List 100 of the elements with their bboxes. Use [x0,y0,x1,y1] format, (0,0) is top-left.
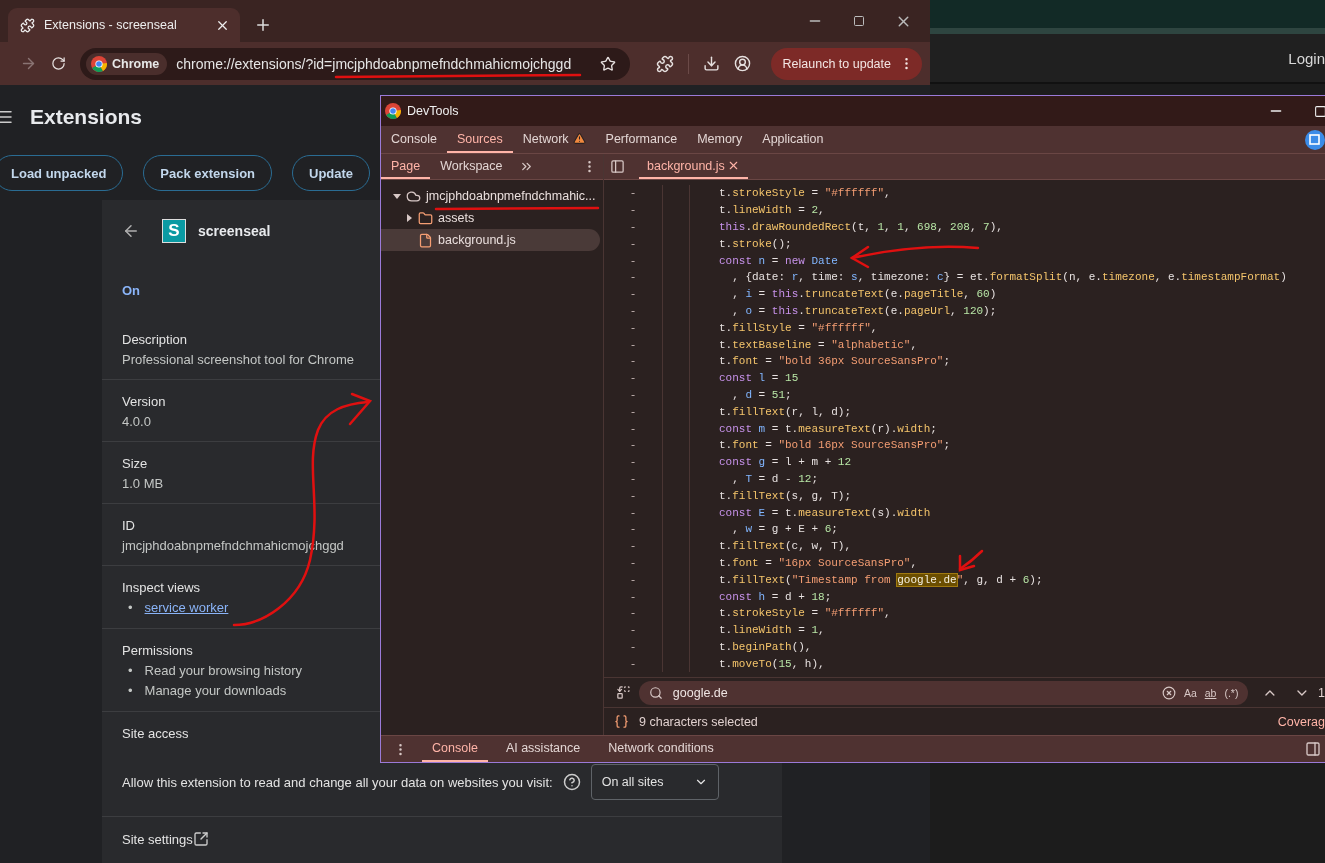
permission-item: Read your browsing history [144,663,303,679]
bullet-mark: • [128,683,133,699]
tree-item[interactable]: assets [381,207,600,229]
navigator-tab[interactable]: Page [381,154,431,179]
code-line: t.font = "bold 16px SourceSansPro"; [718,439,951,452]
code-line: , w = g + E + 6; [731,523,838,536]
match-case-toggle[interactable]: Aa [1183,686,1197,699]
menu-icon[interactable] [0,108,14,126]
login-link[interactable]: Login [1288,49,1325,67]
code-line: , o = this.truncateText(e.pageUrl, 120); [731,304,997,317]
toggle-navigator-icon[interactable] [610,159,625,174]
puzzle-icon [20,17,35,33]
section-label: Version [122,394,166,409]
code-line: , T = d - 12; [731,472,819,485]
address-bar[interactable]: Chrome chrome://extensions/?id=jmcjphdoabnpmefndchmahicmojchggd [80,47,630,80]
devtools-tab[interactable]: Memory [687,126,753,153]
code-line: const n = new Date [718,254,838,267]
code-line: const h = d + 18; [718,590,832,603]
ai-assistant-icon[interactable] [1305,129,1325,150]
caret-icon[interactable] [405,214,413,222]
dock-icon[interactable] [1305,741,1321,757]
star-icon[interactable] [600,55,616,72]
section-label: Size [122,456,148,471]
forward-icon[interactable] [20,55,37,72]
browser-logo-icon [385,103,401,119]
inspect-link[interactable]: service worker [144,600,229,616]
help-icon[interactable] [562,773,581,791]
status-text: On [122,282,141,298]
pretty-print-icon[interactable] [614,714,629,729]
extensions-icon[interactable] [656,54,674,73]
section-value: Professional screenshot tool for Chrome [122,352,354,367]
bullet-mark: • [128,600,133,616]
code-line: , d = 51; [731,388,792,401]
regex-toggle[interactable]: (.*) [1224,686,1239,699]
coverage-text: Coverag [1277,714,1325,729]
section-value: 4.0.0 [122,414,151,429]
tree-item[interactable]: background.js [381,229,600,251]
file-icon [418,232,433,248]
navigator-tab[interactable]: Workspace [430,154,513,179]
code-line: t.fillStyle = "#ffffff", [718,321,878,334]
code-line: t.moveTo(15, h), [718,657,825,670]
profile-icon[interactable] [734,55,751,72]
site-chip-label: Chrome [112,56,160,71]
back-icon[interactable] [122,222,140,240]
site-access-select[interactable]: On all sites [590,764,719,800]
code-line: this.drawRoundedRect(t, 1, 1, 698, 208, 7), [718,221,1003,233]
bullet-mark: • [128,663,133,679]
extension-name: screenseal [198,223,271,239]
code-line: t.fillText(r, l, d); [718,405,852,418]
clear-icon[interactable] [1161,685,1176,700]
section-label: Site access [122,726,189,741]
reload-icon[interactable] [51,56,66,71]
folder-icon [418,210,433,226]
code-line: t.font = "bold 36px SourceSansPro"; [718,355,951,368]
section-label: ID [122,518,135,533]
section-label: Permissions [122,643,193,658]
drawer-tab[interactable]: Console [422,736,488,762]
status-text: 9 characters selected [639,714,758,729]
url-text: chrome://extensions/?id=jmcjphdoabnpmefndchmahicmojchggd [176,55,573,72]
code-line: t.font = "16px SourceSansPro", [718,556,918,569]
search-field[interactable]: google.de Aa ab (.*) [638,680,1249,705]
replace-toggle-icon[interactable] [616,685,631,700]
code-line: t.textBaseline = "alphabetic", [718,338,918,351]
browser-tab[interactable]: Extensions - screenseal [8,8,240,42]
warning-icon [572,132,586,145]
code-line: t.strokeStyle = "#ffffff", [718,187,891,200]
drawer-tab[interactable]: AI assistance [495,736,591,762]
code-line: t.lineWidth = 1, [718,624,825,637]
devtools-tab[interactable]: Performance [595,126,688,153]
code-line: t.fillText(s, g, T); [718,489,852,502]
section-label: Description [122,332,188,347]
page-title: Extensions [30,105,143,129]
new-tab-icon[interactable] [254,16,272,34]
code-line: , i = this.truncateText(e.pageTitle, 60) [731,288,997,301]
devtools-tab[interactable]: Console [381,126,447,153]
code-line: const l = 15 [718,372,799,385]
section-label: Site settings [122,831,193,847]
devtools-tab[interactable]: Network [512,126,596,153]
code-line: t.lineWidth = 2, [718,204,825,217]
maximize-icon[interactable] [853,15,865,27]
file-tab[interactable]: background.js [639,154,748,179]
permission-item: Manage your downloads [144,683,287,699]
code-line: const m = t.measureText(r).width; [718,422,937,435]
devtools-tab[interactable]: Application [752,126,834,153]
code-line: t.fillText("Timestamp from google.de", g, d + 6); [718,573,1043,586]
annotation-arrow [958,549,984,572]
section-label: Inspect views [122,580,201,595]
whole-word-toggle[interactable]: ab [1204,686,1217,699]
relaunch-button[interactable]: Relaunch to update [770,47,922,80]
drawer-tab[interactable]: Network conditions [598,736,724,762]
code-line: const g = l + m + 12 [718,456,852,469]
access-prompt: Allow this extension to read and change all your data on websites you visit: [122,774,553,790]
search-icon [648,685,663,700]
download-icon[interactable] [703,55,720,72]
code-line: const E = t.measureText(s).width [718,506,931,519]
tree-item[interactable]: jmcjphdoabnpmefndchmahic... [381,185,600,207]
browser-logo-icon [91,55,107,72]
external-link-icon[interactable] [192,831,209,847]
section-value: 1.0 MB [122,476,164,491]
code-line: t.strokeStyle = "#ffffff", [718,607,891,620]
